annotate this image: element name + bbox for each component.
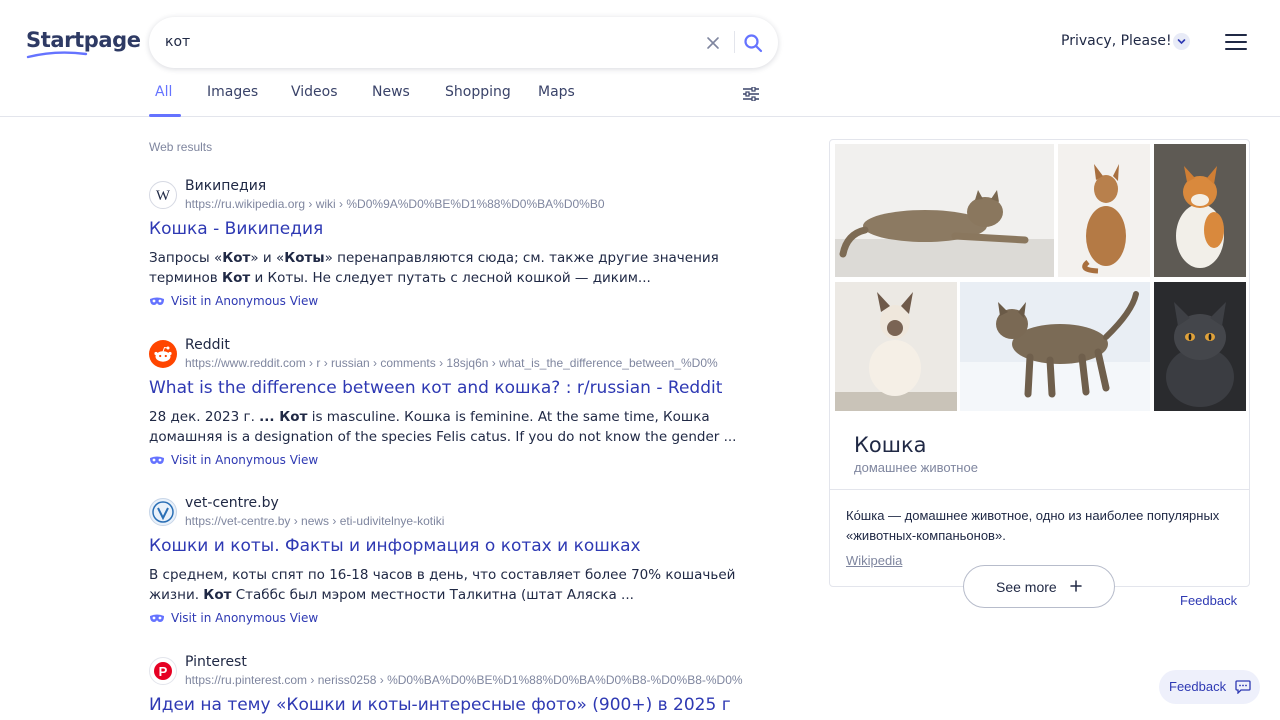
snippet-text: Стаббс был мэром местности Талкитна (шта… <box>231 587 634 603</box>
startpage-logo[interactable]: Startpage <box>26 28 141 59</box>
snippet-highlight: Кот <box>222 270 251 286</box>
panel-title: Кошка <box>854 433 927 457</box>
reddit-icon <box>149 340 177 368</box>
result-site-name: vet-centre.by <box>185 495 279 511</box>
cat-image[interactable] <box>1154 282 1246 411</box>
result-title-link[interactable]: Кошка - Википедия <box>149 219 323 239</box>
snippet-text: и Коты. Не следует путать с лесной кошко… <box>250 270 651 286</box>
plus-icon <box>1070 580 1082 592</box>
panel-divider <box>830 489 1249 490</box>
chevron-down-icon[interactable] <box>1173 33 1190 50</box>
result-snippet: Запросы «Кот» и «Коты» перенаправляются … <box>149 248 739 288</box>
pinterest-icon: P <box>149 657 177 685</box>
result-url[interactable]: https://vet-centre.by › news › eti-udivi… <box>185 514 749 528</box>
tab-images[interactable]: Images <box>207 84 258 100</box>
result-site-name: Reddit <box>185 337 230 353</box>
search-divider <box>734 31 735 53</box>
cat-image[interactable] <box>960 282 1150 411</box>
anonymous-view-label: Visit in Anonymous View <box>171 453 319 467</box>
panel-subtitle: домашнее животное <box>854 460 978 475</box>
result-title-link[interactable]: What is the difference between кот and к… <box>149 378 722 398</box>
anonymous-view-label: Visit in Anonymous View <box>171 294 319 308</box>
result-title-link[interactable]: Идеи на тему «Кошки и коты-интересные фо… <box>149 695 731 715</box>
tab-all[interactable]: All <box>155 84 172 100</box>
anonymous-mask-icon <box>150 614 164 622</box>
cat-image[interactable] <box>835 282 957 411</box>
tab-shopping[interactable]: Shopping <box>445 84 511 100</box>
anonymous-mask-icon <box>150 456 164 464</box>
vet-centre-icon <box>149 498 177 526</box>
panel-source-link[interactable]: Wikipedia <box>846 553 902 568</box>
result-snippet: 28 дек. 2023 г. ... Кот is masculine. Ко… <box>149 407 739 447</box>
logo-swoosh-icon <box>26 51 88 59</box>
snippet-highlight: Коты <box>284 250 325 266</box>
svg-text:W: W <box>156 188 171 204</box>
chat-bubble-icon <box>1235 680 1251 694</box>
logo-text: Startpage <box>26 28 141 52</box>
result-url[interactable]: https://ru.wikipedia.org › wiki › %D0%9A… <box>185 197 749 211</box>
tab-videos[interactable]: Videos <box>291 84 338 100</box>
feedback-button-label: Feedback <box>1169 679 1227 694</box>
see-more-label: See more <box>996 579 1057 595</box>
result-title-link[interactable]: Кошки и коты. Факты и информация о котах… <box>149 536 641 556</box>
result-site-name: Pinterest <box>185 654 247 670</box>
panel-feedback-link[interactable]: Feedback <box>1180 593 1237 608</box>
clear-search-icon[interactable] <box>703 33 723 53</box>
snippet-highlight: Кот <box>222 250 251 266</box>
snippet-highlight: Кот <box>203 587 232 603</box>
panel-description: Ко́шка — домашнее животное, одно из наиб… <box>846 508 1220 543</box>
search-input[interactable] <box>165 31 685 53</box>
filters-icon[interactable] <box>743 87 759 101</box>
anonymous-view-label: Visit in Anonymous View <box>171 611 319 625</box>
snippet-text: » и « <box>250 250 285 266</box>
svg-text:P: P <box>159 664 168 679</box>
header: Startpage Privacy, Please! All Images Vi… <box>0 0 1280 117</box>
feedback-button[interactable]: Feedback <box>1159 670 1260 704</box>
snippet-text: 28 дек. 2023 г. <box>149 409 260 425</box>
snippet-highlight: ... Кот <box>259 409 308 425</box>
cat-image[interactable] <box>1058 144 1150 277</box>
result-url[interactable]: https://www.reddit.com › r › russian › c… <box>185 356 749 370</box>
cat-image[interactable] <box>835 144 1054 277</box>
result-snippet: В среднем, коты спят по 16-18 часов в де… <box>149 565 739 605</box>
tab-news[interactable]: News <box>372 84 410 100</box>
web-results-label: Web results <box>149 140 213 154</box>
result-url[interactable]: https://ru.pinterest.com › neriss0258 › … <box>185 673 749 687</box>
knowledge-panel: Кошка домашнее животное Ко́шка — домашне… <box>829 139 1250 587</box>
privacy-please-link[interactable]: Privacy, Please! <box>1061 33 1172 49</box>
search-box <box>149 17 778 68</box>
see-more-button[interactable]: See more <box>963 565 1115 608</box>
tab-maps[interactable]: Maps <box>538 84 575 100</box>
anonymous-mask-icon <box>150 297 164 305</box>
cat-image[interactable] <box>1154 144 1246 277</box>
wikipedia-icon: W <box>149 181 177 209</box>
search-icon[interactable] <box>741 31 765 55</box>
active-tab-indicator <box>149 114 181 117</box>
result-site-name: Википедия <box>185 178 267 194</box>
hamburger-menu-icon[interactable] <box>1225 34 1247 50</box>
snippet-text: Запросы « <box>149 250 223 266</box>
